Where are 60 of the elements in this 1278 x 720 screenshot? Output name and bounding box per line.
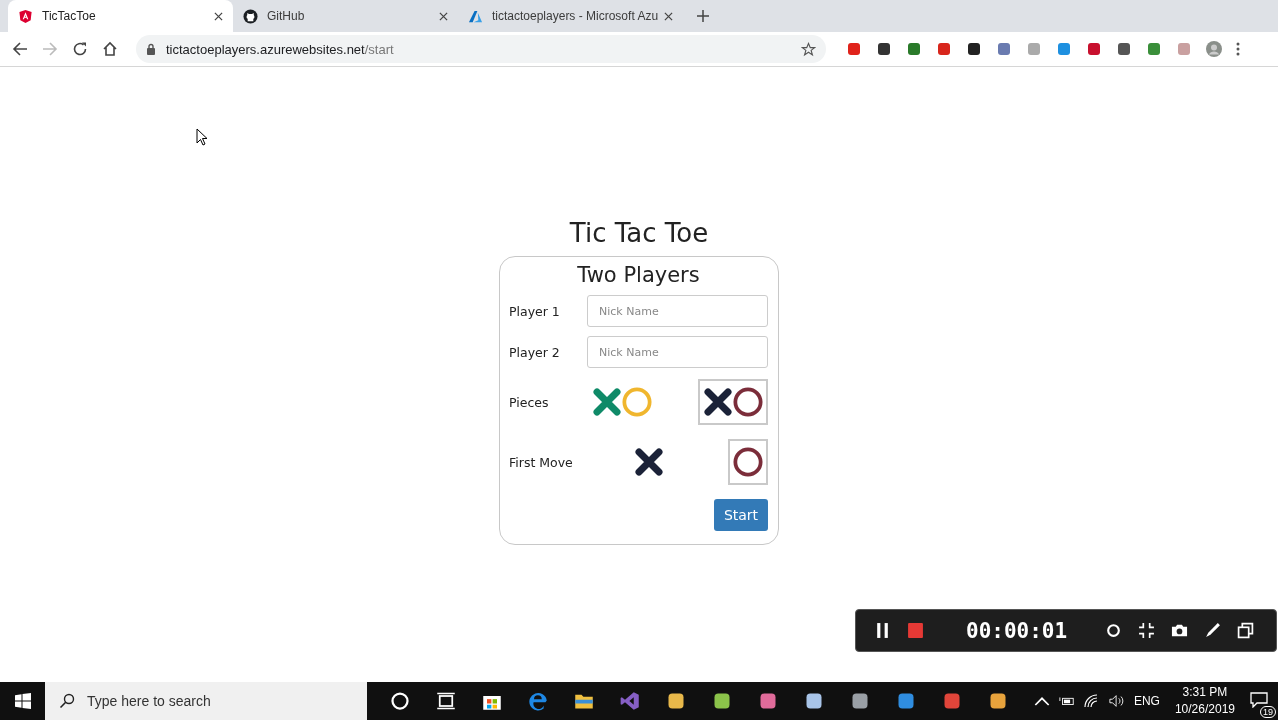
- nickname-field[interactable]: Nick Name: [587, 336, 768, 368]
- browser-e-icon[interactable]: [528, 691, 548, 711]
- stop-icon[interactable]: [907, 622, 924, 639]
- tab-title: TicTacToe: [42, 9, 97, 23]
- lock-icon: [146, 43, 156, 55]
- address-bar[interactable]: tictactoeplayers.azurewebsites.net/start: [136, 35, 826, 63]
- field-label: Player 1: [509, 303, 561, 319]
- start-button[interactable]: Start: [714, 499, 768, 531]
- cross-icon: [634, 447, 664, 477]
- pause-icon[interactable]: [874, 622, 891, 639]
- close-icon[interactable]: [664, 11, 673, 21]
- circle-icon[interactable]: [390, 691, 410, 711]
- windows-logo-icon[interactable]: [15, 693, 31, 709]
- taskbar-search-field[interactable]: Type here to search: [45, 682, 367, 720]
- home-icon[interactable]: [102, 41, 118, 57]
- nickname-field[interactable]: Nick Name: [587, 295, 768, 327]
- collapse-icon[interactable]: [1138, 622, 1156, 639]
- first-move-option[interactable]: [728, 439, 768, 485]
- notification-icon[interactable]: [1250, 691, 1268, 708]
- notification-count: 19: [1260, 705, 1276, 718]
- browser-tab[interactable]: GitHub: [233, 0, 458, 32]
- page-title: Tic Tac Toe: [569, 218, 709, 248]
- circle-target-icon[interactable]: [1105, 622, 1123, 639]
- field-label: Pieces: [509, 394, 550, 410]
- browser-tab[interactable]: tictactoeplayers - Microsoft Azu: [458, 0, 683, 32]
- url-text: tictactoeplayers.azurewebsites.net/start: [166, 41, 395, 57]
- tab-title: GitHub: [267, 9, 306, 23]
- time-text: 3:31 PM: [1182, 684, 1228, 701]
- field-label: First Move: [509, 454, 574, 470]
- card-title: Two Players: [577, 263, 700, 287]
- reload-icon[interactable]: [72, 41, 88, 57]
- close-icon[interactable]: [439, 11, 448, 21]
- speaker-icon[interactable]: [1108, 694, 1125, 708]
- piece-option[interactable]: [698, 379, 768, 425]
- avatar-icon[interactable]: [1206, 41, 1222, 57]
- timer-text: 00:00:01: [966, 618, 1068, 643]
- star-icon[interactable]: [801, 41, 816, 57]
- camera-icon[interactable]: [1171, 622, 1189, 639]
- menu-icon[interactable]: [1236, 41, 1240, 57]
- pen-icon[interactable]: [1204, 622, 1222, 639]
- browser-tab[interactable]: TicTacToe: [8, 0, 233, 32]
- window-icon[interactable]: [1237, 622, 1255, 639]
- search-placeholder: Type here to search: [87, 693, 211, 709]
- clock[interactable]: 3:31 PM 10/26/2019: [1174, 684, 1235, 718]
- close-icon[interactable]: [214, 11, 223, 21]
- back-arrow-icon[interactable]: [12, 41, 28, 57]
- triangle-logo-icon: [468, 8, 483, 24]
- task-view-icon[interactable]: [436, 691, 456, 711]
- new-tab-icon[interactable]: [697, 10, 709, 22]
- shield-icon: [18, 8, 33, 24]
- search-icon: [59, 693, 75, 709]
- language-indicator[interactable]: ENG: [1133, 694, 1160, 708]
- battery-icon[interactable]: [1058, 694, 1075, 708]
- tab-title: tictactoeplayers - Microsoft Azu: [492, 9, 658, 23]
- date-text: 10/26/2019: [1174, 701, 1235, 718]
- field-label: Player 2: [509, 344, 561, 360]
- cat-circle-icon: [243, 8, 258, 24]
- mouse-pointer-icon: [196, 128, 208, 146]
- wifi-icon[interactable]: [1083, 694, 1100, 708]
- ring-icon: [733, 447, 763, 477]
